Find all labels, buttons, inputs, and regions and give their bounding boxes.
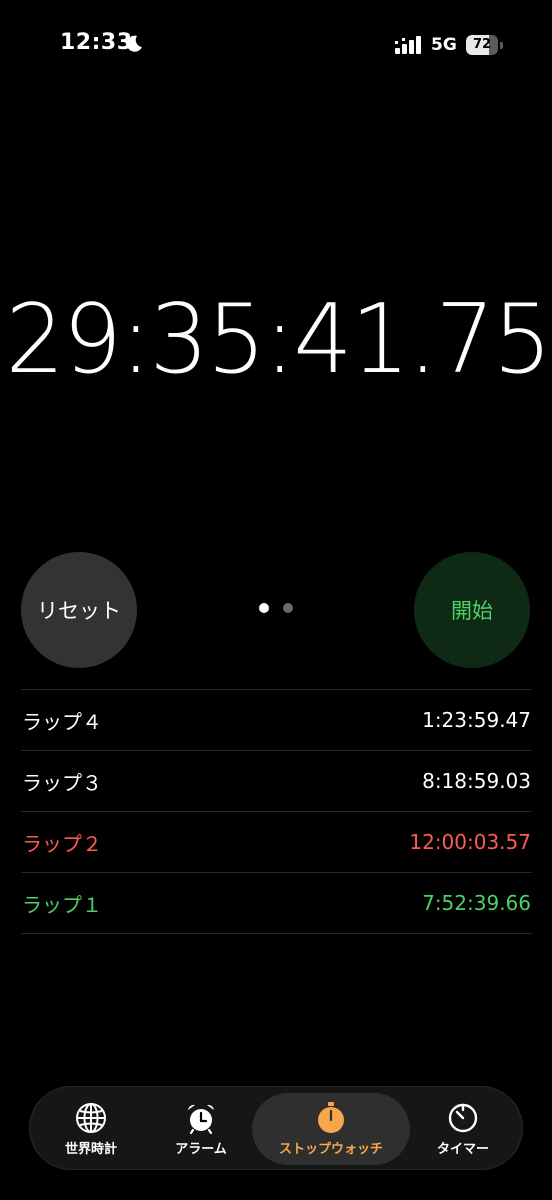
moon-icon (126, 35, 142, 52)
tab-alarm[interactable]: アラーム (148, 1093, 254, 1165)
tab-label: アラーム (175, 1142, 227, 1157)
lap-label: ラップ２ (22, 831, 102, 856)
lap-label: ラップ１ (22, 892, 102, 917)
tab-label: ストップウォッチ (278, 1142, 383, 1157)
lap-list: ラップ４ 1:23:59.47 ラップ３ 8:18:59.03 ラップ２ 12:… (21, 689, 532, 934)
lap-time: 1:23:59.47 (422, 708, 531, 732)
timer-icon (448, 1103, 478, 1133)
battery-percent: 72 (472, 37, 492, 52)
page-dot-active (259, 603, 269, 613)
lap-time: 8:18:59.03 (422, 769, 531, 793)
globe-icon (76, 1103, 106, 1133)
tab-label: 世界時計 (64, 1142, 117, 1157)
alarm-clock-icon (188, 1104, 214, 1135)
network-label: 5G (431, 35, 457, 55)
lap-label: ラップ４ (22, 709, 102, 734)
reset-button[interactable]: リセット (21, 552, 137, 668)
tab-timer[interactable]: タイマー (410, 1093, 516, 1165)
lap-row: ラップ４ 1:23:59.47 (21, 690, 532, 751)
battery-icon: 72 (466, 35, 504, 55)
signal-icon (395, 36, 421, 54)
status-bar: 12:33 5G 72 (0, 0, 552, 90)
lap-label: ラップ３ (22, 770, 102, 795)
page-indicator[interactable] (257, 603, 297, 615)
tab-label: タイマー (436, 1142, 489, 1157)
start-button-label: 開始 (451, 599, 493, 623)
lap-row: ラップ２ 12:00:03.57 (21, 812, 532, 873)
status-time: 12:33 (60, 30, 133, 55)
tab-world-clock[interactable]: 世界時計 (38, 1093, 144, 1165)
lap-row: ラップ３ 8:18:59.03 (21, 751, 532, 812)
tab-bar: 世界時計 アラーム ストップウォッチ タイマー (29, 1086, 523, 1170)
start-button[interactable]: 開始 (414, 552, 530, 668)
reset-button-label: リセット (37, 599, 121, 623)
tab-stopwatch[interactable]: ストップウォッチ (252, 1093, 410, 1165)
stopwatch-icon (318, 1102, 344, 1133)
lap-time: 12:00:03.57 (409, 830, 531, 854)
stopwatch-display: 29:35:41.75 (5, 285, 552, 395)
lap-row: ラップ１ 7:52:39.66 (21, 873, 532, 934)
page-dot-inactive (283, 603, 293, 613)
lap-time: 7:52:39.66 (422, 891, 531, 915)
